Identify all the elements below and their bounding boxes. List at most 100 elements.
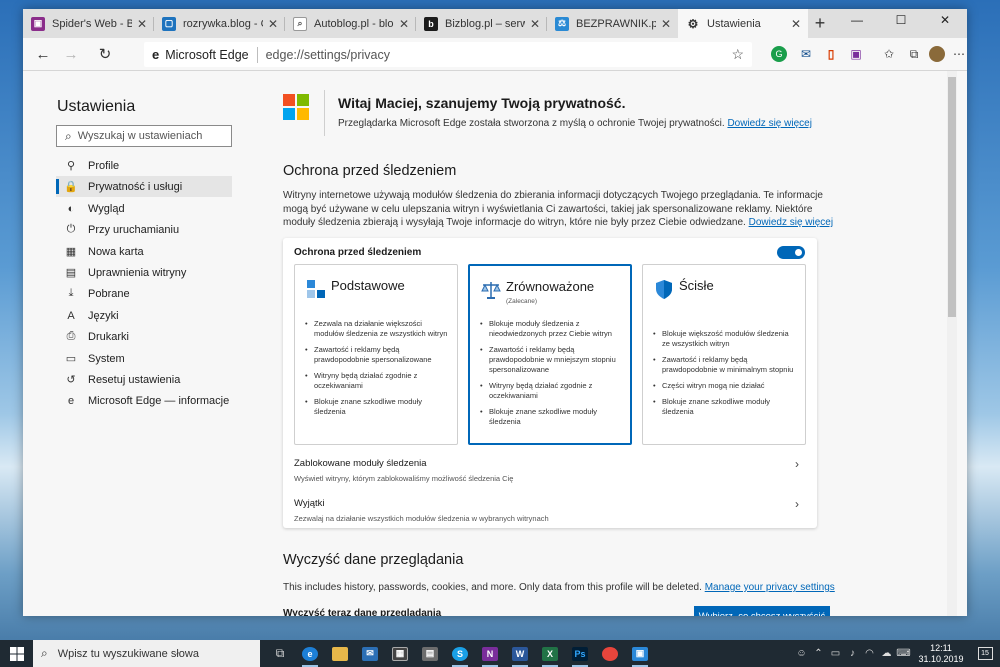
close-tab-icon[interactable]: ✕ bbox=[267, 17, 279, 31]
notification-center-button[interactable]: 15 bbox=[970, 647, 1000, 660]
network-icon[interactable]: ▭ bbox=[827, 648, 844, 659]
taskbar-skype-icon[interactable]: S bbox=[445, 640, 475, 667]
extension-grammarly-icon[interactable]: G bbox=[771, 46, 787, 62]
sidebar-item-printer[interactable]: ⎙ Drukarki bbox=[56, 326, 232, 347]
tab-title: Autoblog.pl - blog motoryzacyjny bbox=[314, 17, 394, 30]
close-tab-icon[interactable]: ✕ bbox=[529, 17, 541, 31]
more-menu-icon[interactable]: ⋯ bbox=[949, 44, 967, 64]
gear-icon: ⚙ bbox=[687, 16, 699, 31]
settings-page: Ustawienia ⌕ Wyszukaj w ustawieniach ⚲ Pr… bbox=[23, 71, 967, 616]
tab-bizblog[interactable]: b Bizblog.pl – serwis biznesowy ✕ bbox=[416, 9, 547, 38]
tracking-learn-more-link[interactable]: Dowiedz się więcej bbox=[749, 217, 833, 228]
sidebar-item-languages[interactable]: A Języki bbox=[56, 305, 232, 326]
taskbar-app-icon[interactable]: ▣ bbox=[625, 640, 655, 667]
tab-rozrywka[interactable]: ▢ rozrywka.blog - Cyfrowy ✕ bbox=[154, 9, 285, 38]
minimize-button[interactable]: — bbox=[835, 9, 879, 31]
chevron-right-icon[interactable]: › bbox=[795, 457, 799, 471]
refresh-button[interactable]: ↻ bbox=[91, 40, 119, 68]
settings-search-input[interactable]: ⌕ Wyszukaj w ustawieniach bbox=[56, 125, 232, 147]
clock[interactable]: 12:11 31.10.2019 bbox=[912, 643, 970, 665]
choose-what-to-clear-button[interactable]: Wybierz, co chcesz wyczyścić bbox=[694, 606, 830, 616]
bullet: Zawartość i reklamy będą prawdopodobnie … bbox=[653, 355, 797, 375]
start-button[interactable] bbox=[0, 640, 33, 667]
clear-now-label: Wyczyść teraz dane przeglądania bbox=[283, 608, 442, 616]
sidebar-item-label: Wygląd bbox=[88, 202, 125, 215]
taskbar-store-icon[interactable]: ▤ bbox=[415, 640, 445, 667]
option-strict[interactable]: Ścisłe Blokuje większość modułów śledzen… bbox=[642, 264, 806, 445]
welcome-heading: Witaj Maciej, szanujemy Twoją prywatność… bbox=[338, 95, 626, 111]
close-tab-icon[interactable]: ✕ bbox=[790, 17, 802, 31]
bezprawnik-favicon-icon: ⚖ bbox=[555, 16, 569, 31]
welcome-subtitle-text: Przeglądarka Microsoft Edge została stwo… bbox=[338, 118, 725, 129]
close-tab-icon[interactable]: ✕ bbox=[660, 17, 672, 31]
sidebar-item-newtab[interactable]: ▦ Nowa karta bbox=[56, 241, 232, 262]
tracking-description-text: Witryny internetowe używają modułów śled… bbox=[283, 190, 823, 228]
option-basic[interactable]: Podstawowe Zezwala na działanie większoś… bbox=[294, 264, 458, 445]
exceptions-link[interactable]: Wyjątki bbox=[294, 498, 325, 509]
wifi-icon[interactable]: ◠ bbox=[861, 648, 878, 659]
volume-icon[interactable]: ♪ bbox=[844, 648, 861, 659]
system-icon: ▭ bbox=[65, 353, 77, 365]
address-bar[interactable]: e Microsoft Edge edge://settings/privacy… bbox=[144, 42, 752, 67]
taskbar-photoshop-icon[interactable]: Ps bbox=[565, 640, 595, 667]
close-tab-icon[interactable]: ✕ bbox=[398, 17, 410, 31]
keyboard-icon[interactable]: ⌨ bbox=[895, 648, 912, 659]
avatar[interactable] bbox=[929, 46, 945, 62]
scrollbar-thumb[interactable] bbox=[948, 77, 956, 317]
taskbar-edge-icon[interactable]: e bbox=[295, 640, 325, 667]
maximize-button[interactable]: ☐ bbox=[879, 9, 923, 31]
forward-button[interactable]: → bbox=[57, 40, 85, 68]
taskbar-mail-icon[interactable]: ✉ bbox=[355, 640, 385, 667]
clock-date: 31.10.2019 bbox=[918, 653, 964, 664]
office-icon[interactable]: ▯ bbox=[821, 44, 841, 64]
task-view-icon[interactable]: ⧉ bbox=[265, 640, 295, 667]
option-balanced[interactable]: Zrównoważone (Zalecane) Blokuje moduły ś… bbox=[468, 264, 632, 445]
back-button[interactable]: ← bbox=[29, 40, 57, 68]
sidebar-item-label: Prywatność i usługi bbox=[88, 180, 183, 193]
sidebar-item-appearance[interactable]: ◐ Wygląd bbox=[56, 198, 232, 219]
taskbar-explorer-icon[interactable] bbox=[325, 640, 355, 667]
tab-autoblog[interactable]: ⌕ Autoblog.pl - blog motoryzacyjny ✕ bbox=[285, 9, 416, 38]
extension-onenote-icon[interactable]: ▣ bbox=[846, 44, 866, 64]
learn-more-link[interactable]: Dowiedz się więcej bbox=[727, 118, 811, 129]
extension-mail-icon[interactable]: ✉ bbox=[796, 44, 816, 64]
taskbar-onenote-icon[interactable]: N bbox=[475, 640, 505, 667]
tab-spidersweb[interactable]: ▣ Spider's Web - Blog Bliski ✕ bbox=[23, 9, 154, 38]
sidebar-item-system[interactable]: ▭ System bbox=[56, 348, 232, 369]
settings-sidebar: Ustawienia ⌕ Wyszukaj w ustawieniach ⚲ Pr… bbox=[23, 71, 247, 616]
sidebar-item-person[interactable]: ⚲ Profile bbox=[56, 155, 232, 176]
close-window-button[interactable]: ✕ bbox=[923, 9, 967, 31]
sidebar-item-power[interactable]: ⏻ Przy uruchamianiu bbox=[56, 219, 232, 240]
close-tab-icon[interactable]: ✕ bbox=[136, 17, 148, 31]
manage-privacy-link[interactable]: Manage your privacy settings bbox=[705, 582, 835, 593]
new-tab-button[interactable]: + bbox=[808, 9, 832, 38]
collections-icon[interactable]: ⧉ bbox=[904, 44, 924, 64]
tracking-toggle[interactable] bbox=[777, 246, 805, 259]
sidebar-item-reset[interactable]: ↺ Resetuj ustawienia bbox=[56, 369, 232, 390]
chevron-right-icon[interactable]: › bbox=[795, 497, 799, 511]
blocked-trackers-link[interactable]: Zablokowane moduły śledzenia bbox=[294, 458, 427, 469]
bullet: Zawartość i reklamy będą prawdopodobnie … bbox=[480, 345, 622, 375]
tab-bezprawnik[interactable]: ⚖ BEZPRAWNIK.pl - Prawo ✕ bbox=[547, 9, 678, 38]
sidebar-item-edge[interactable]: e Microsoft Edge — informacje bbox=[56, 390, 232, 411]
taskbar-word-icon[interactable]: W bbox=[505, 640, 535, 667]
scrollbar[interactable] bbox=[947, 71, 957, 616]
favorite-star-icon[interactable]: ☆ bbox=[731, 46, 744, 63]
favorites-icon[interactable]: ✩ bbox=[879, 44, 899, 64]
option-bullets: Zezwala na działanie większości modułów … bbox=[305, 319, 449, 423]
url-text[interactable]: edge://settings/privacy bbox=[266, 48, 390, 62]
taskbar-excel-icon[interactable]: X bbox=[535, 640, 565, 667]
tab-strip: ▣ Spider's Web - Blog Bliski ✕ ▢ rozrywk… bbox=[23, 9, 967, 38]
bullet: Blokuje moduły śledzenia z nieodwiedzony… bbox=[480, 319, 622, 339]
taskbar-calendar-icon[interactable]: ▦ bbox=[385, 640, 415, 667]
taskbar-chrome-icon[interactable] bbox=[595, 640, 625, 667]
sidebar-item-lock[interactable]: 🔒 Prywatność i usługi bbox=[56, 176, 232, 197]
taskbar-search-input[interactable]: ⌕ Wpisz tu wyszukiwane słowa bbox=[33, 640, 260, 667]
sidebar-item-download[interactable]: ⤓ Pobrane bbox=[56, 283, 232, 304]
cloud-icon[interactable]: ☁ bbox=[878, 648, 895, 659]
tray-arrow-icon[interactable]: ⌃ bbox=[810, 648, 827, 659]
tab-ustawienia[interactable]: ⚙ Ustawienia ✕ bbox=[678, 9, 808, 38]
sidebar-item-site-permissions[interactable]: ▤ Uprawnienia witryny bbox=[56, 262, 232, 283]
scale-icon bbox=[481, 282, 501, 299]
people-icon[interactable]: ☺ bbox=[793, 648, 810, 659]
